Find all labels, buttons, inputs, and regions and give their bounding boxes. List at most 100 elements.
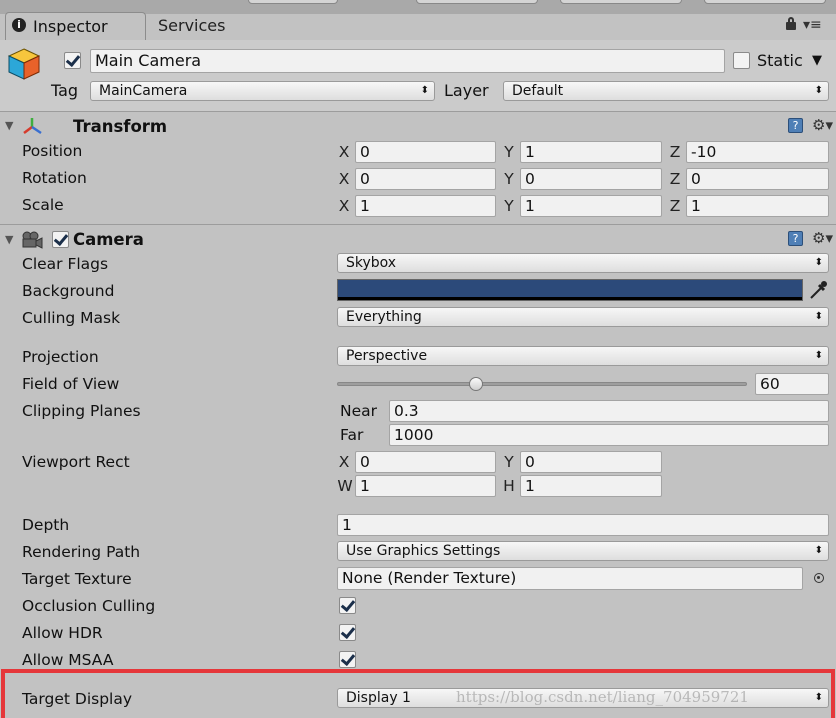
gear-icon[interactable]: ⚙▾ bbox=[812, 230, 833, 246]
scale-x-input[interactable]: 1 bbox=[355, 195, 496, 217]
foldout-arrow-icon[interactable]: ▼ bbox=[5, 233, 13, 246]
viewport-x-input[interactable]: 0 bbox=[355, 451, 496, 473]
axis-x-label: X bbox=[338, 143, 350, 161]
scale-label: Scale bbox=[22, 196, 64, 214]
toolbar-button-stub[interactable] bbox=[560, 0, 682, 4]
depth-label: Depth bbox=[22, 516, 70, 534]
axis-x-label: X bbox=[338, 197, 350, 215]
viewport-h-input[interactable]: 1 bbox=[520, 475, 662, 497]
layer-value: Default bbox=[512, 83, 564, 99]
rotation-z-input[interactable]: 0 bbox=[686, 168, 829, 190]
tab-menu-icon[interactable]: ▾≡ bbox=[803, 18, 822, 32]
transform-icon bbox=[21, 116, 43, 136]
eyedropper-icon[interactable] bbox=[807, 279, 829, 301]
object-picker-dot bbox=[817, 576, 820, 579]
toolbar-button-stub[interactable] bbox=[248, 0, 338, 4]
object-picker-icon[interactable] bbox=[814, 573, 824, 583]
allow-msaa-checkbox[interactable] bbox=[339, 651, 356, 668]
projection-dropdown[interactable]: Perspective ⬍ bbox=[337, 346, 829, 366]
position-label: Position bbox=[22, 142, 83, 160]
transform-title: Transform bbox=[73, 117, 168, 136]
viewport-w-input[interactable]: 1 bbox=[355, 475, 496, 497]
axis-y-label: Y bbox=[504, 170, 514, 188]
dropdown-arrow-icon: ⬍ bbox=[814, 350, 823, 361]
occlusion-culling-label: Occlusion Culling bbox=[22, 597, 156, 615]
help-icon[interactable]: ? bbox=[788, 118, 803, 133]
static-dropdown-arrow[interactable]: ▼ bbox=[812, 51, 822, 71]
dropdown-arrow-icon: ⬍ bbox=[814, 545, 823, 556]
foldout-arrow-icon[interactable]: ▼ bbox=[5, 119, 13, 132]
fov-slider-thumb[interactable] bbox=[469, 377, 483, 391]
tag-dropdown[interactable]: MainCamera ⬍ bbox=[90, 81, 435, 101]
camera-enabled-checkbox[interactable] bbox=[52, 231, 69, 248]
watermark: https://blog.csdn.net/liang_704959721 bbox=[456, 688, 749, 706]
allow-hdr-label: Allow HDR bbox=[22, 624, 103, 642]
rotation-label: Rotation bbox=[22, 169, 87, 187]
scale-z-input[interactable]: 1 bbox=[686, 195, 829, 217]
object-name-input[interactable]: Main Camera bbox=[90, 49, 725, 73]
dropdown-arrow-icon: ⬍ bbox=[420, 85, 429, 96]
allow-hdr-checkbox[interactable] bbox=[339, 624, 356, 641]
far-input[interactable]: 1000 bbox=[389, 424, 829, 446]
static-checkbox[interactable] bbox=[733, 52, 750, 69]
culling-mask-dropdown[interactable]: Everything ⬍ bbox=[337, 307, 829, 327]
toolbar-button-stub[interactable] bbox=[704, 0, 826, 4]
camera-icon bbox=[20, 231, 44, 249]
clipping-planes-label: Clipping Planes bbox=[22, 402, 141, 420]
projection-value: Perspective bbox=[346, 348, 428, 364]
background-color-field[interactable] bbox=[337, 279, 803, 301]
tab-inspector[interactable]: i Inspector bbox=[5, 12, 146, 40]
camera-title: Camera bbox=[73, 230, 144, 249]
rendering-path-value: Use Graphics Settings bbox=[346, 543, 501, 559]
position-y-input[interactable]: 1 bbox=[520, 141, 662, 163]
occlusion-culling-checkbox[interactable] bbox=[339, 597, 356, 614]
near-input[interactable]: 0.3 bbox=[389, 400, 829, 422]
axis-y-label: Y bbox=[504, 197, 514, 215]
gear-icon[interactable]: ⚙▾ bbox=[812, 117, 833, 133]
far-label: Far bbox=[340, 426, 364, 444]
rotation-y-input[interactable]: 0 bbox=[520, 168, 662, 190]
scale-y-input[interactable]: 1 bbox=[520, 195, 662, 217]
toolbar-button-stub[interactable] bbox=[416, 0, 538, 4]
position-z-input[interactable]: -10 bbox=[686, 141, 829, 163]
divider bbox=[0, 111, 836, 112]
help-icon[interactable]: ? bbox=[788, 231, 803, 246]
rendering-path-dropdown[interactable]: Use Graphics Settings ⬍ bbox=[337, 541, 829, 561]
target-texture-field[interactable]: None (Render Texture) bbox=[337, 567, 803, 590]
position-x-input[interactable]: 0 bbox=[355, 141, 496, 163]
fov-label: Field of View bbox=[22, 375, 120, 393]
axis-y-label: Y bbox=[504, 143, 514, 161]
viewport-y-input[interactable]: 0 bbox=[520, 451, 662, 473]
axis-w-label: W bbox=[337, 477, 353, 495]
tab-inspector-label: Inspector bbox=[33, 17, 108, 36]
background-label: Background bbox=[22, 282, 115, 300]
divider bbox=[0, 224, 836, 225]
rendering-path-label: Rendering Path bbox=[22, 543, 141, 561]
tag-label: Tag bbox=[51, 81, 79, 100]
active-checkbox[interactable] bbox=[64, 52, 81, 69]
axis-z-label: Z bbox=[669, 197, 681, 215]
depth-input[interactable]: 1 bbox=[337, 514, 829, 536]
target-display-value: Display 1 bbox=[346, 690, 411, 706]
target-display-label: Target Display bbox=[22, 690, 133, 708]
culling-mask-value: Everything bbox=[346, 309, 422, 325]
static-label: Static bbox=[757, 51, 803, 70]
background-color-swatch bbox=[338, 280, 802, 297]
tab-services-label: Services bbox=[158, 16, 226, 35]
clear-flags-dropdown[interactable]: Skybox ⬍ bbox=[337, 253, 829, 273]
axis-z-label: Z bbox=[669, 170, 681, 188]
tab-services[interactable]: Services bbox=[146, 14, 286, 38]
rotation-x-input[interactable]: 0 bbox=[355, 168, 496, 190]
fov-input[interactable]: 60 bbox=[755, 373, 829, 395]
lock-icon[interactable] bbox=[786, 22, 796, 30]
near-label: Near bbox=[340, 402, 378, 420]
lock-shackle bbox=[788, 17, 794, 23]
fov-slider[interactable] bbox=[337, 373, 747, 395]
fov-slider-track bbox=[337, 382, 747, 386]
tag-value: MainCamera bbox=[99, 83, 188, 99]
dropdown-arrow-icon: ⬍ bbox=[814, 257, 823, 268]
projection-label: Projection bbox=[22, 348, 99, 366]
viewport-rect-label: Viewport Rect bbox=[22, 453, 130, 471]
layer-dropdown[interactable]: Default ⬍ bbox=[503, 81, 829, 101]
layer-label: Layer bbox=[444, 81, 489, 100]
